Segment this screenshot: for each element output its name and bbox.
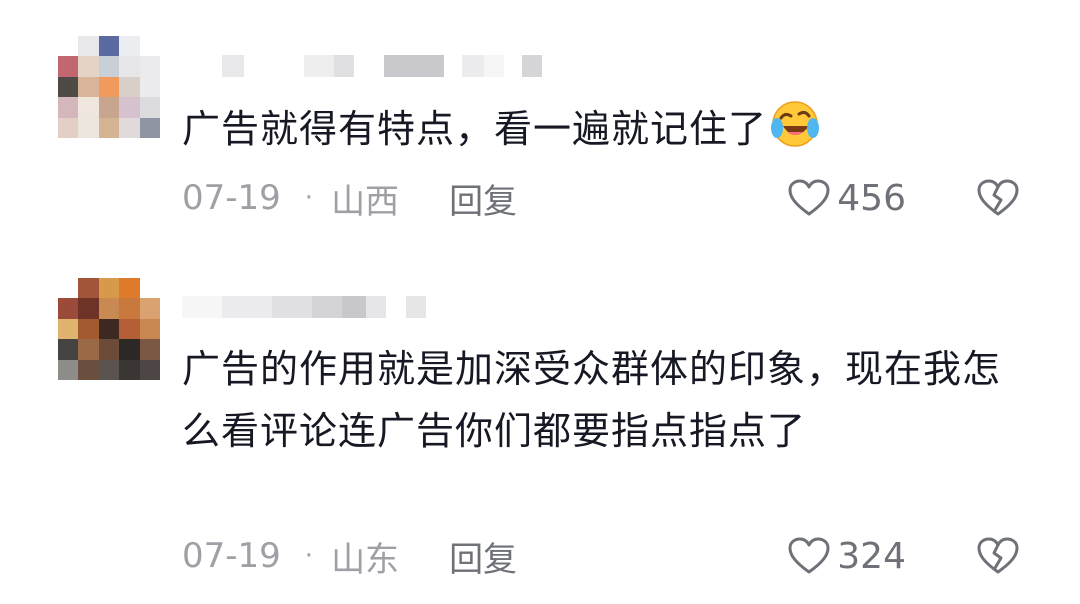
comment-location: 山东 xyxy=(331,539,400,580)
avatar[interactable] xyxy=(58,278,160,380)
like-count: 456 xyxy=(837,177,906,219)
broken-heart-icon[interactable] xyxy=(976,178,1020,218)
laughing-crying-emoji-icon xyxy=(771,101,820,147)
like-button[interactable]: 324 xyxy=(787,534,906,578)
comment-item: 广告就得有特点，看一遍就记住了 07-19 · 山西 回复 456 xyxy=(0,0,1080,240)
comment-text-content: 广告就得有特点，看一遍就记住了 xyxy=(182,107,768,151)
comment-location: 山西 xyxy=(331,181,400,222)
comment-item: 广告的作用就是加深受众群体的印象，现在我怎么看评论连广告你们都要指点指点了 07… xyxy=(0,240,1080,604)
meta-separator: · xyxy=(304,541,314,571)
broken-heart-icon[interactable] xyxy=(976,536,1020,576)
comment-date: 07-19 xyxy=(182,178,281,218)
comment-meta: 07-19 · 山东 回复 xyxy=(182,532,517,581)
meta-separator: · xyxy=(304,183,314,213)
comment-text-content: 广告的作用就是加深受众群体的印象，现在我怎么看评论连广告你们都要指点指点了 xyxy=(182,347,1002,453)
avatar[interactable] xyxy=(58,36,160,138)
heart-icon xyxy=(788,179,830,216)
comment-meta: 07-19 · 山西 回复 xyxy=(182,174,517,223)
reply-button[interactable]: 回复 xyxy=(449,174,517,223)
like-count: 324 xyxy=(837,535,906,577)
comment-date: 07-19 xyxy=(182,536,281,576)
comment-text: 广告就得有特点，看一遍就记住了 xyxy=(182,98,1002,160)
heart-icon xyxy=(788,537,830,574)
username-blurred[interactable] xyxy=(182,55,542,77)
comment-text: 广告的作用就是加深受众群体的印象，现在我怎么看评论连广告你们都要指点指点了 xyxy=(182,338,1002,462)
reply-button[interactable]: 回复 xyxy=(449,532,517,581)
like-button[interactable]: 456 xyxy=(787,176,906,220)
username-blurred[interactable] xyxy=(182,296,426,318)
